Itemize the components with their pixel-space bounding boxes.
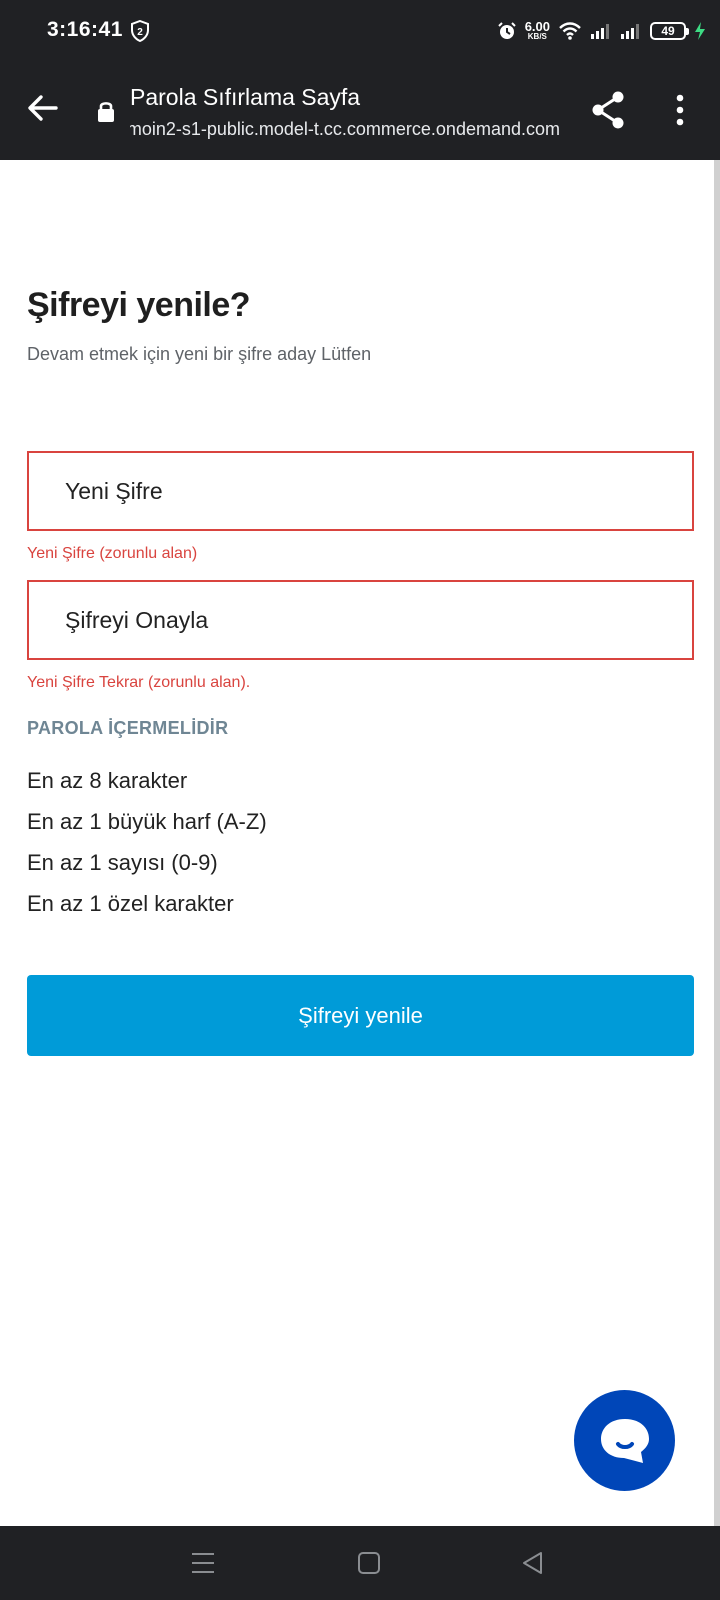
requirement-item: En az 1 sayısı (0-9) (27, 850, 218, 875)
reset-password-button[interactable]: Şifreyi yenile (27, 975, 694, 1056)
requirements-title: PAROLA İÇERMELİDİR (27, 718, 229, 738)
scrollbar[interactable] (714, 160, 720, 1526)
new-password-input[interactable] (29, 453, 692, 529)
requirement-item: En az 1 özel karakter (27, 891, 234, 916)
lock-icon[interactable] (96, 99, 116, 123)
share-icon[interactable] (590, 90, 626, 130)
chat-bubble-icon (600, 1418, 649, 1463)
wifi-icon (559, 22, 581, 40)
status-bar: 3:16:41 2 6.00 KB/S 49 (0, 0, 720, 62)
more-vert-icon[interactable] (668, 92, 692, 128)
battery-level: 49 (661, 24, 675, 38)
new-password-field[interactable] (27, 451, 694, 531)
requirement-item: En az 1 büyük harf (A-Z) (27, 809, 267, 834)
network-speed-value: 6.00 (524, 18, 550, 34)
alarm-icon (497, 22, 516, 39)
new-password-error: Yeni Şifre (zorunlu alan) (27, 545, 198, 562)
chat-button[interactable] (574, 1390, 675, 1491)
system-nav-bar (0, 1526, 720, 1600)
status-indicators: 6.00 KB/S 49 (497, 18, 706, 44)
browser-page-title: Parola Sıfırlama Sayfa (130, 84, 361, 110)
confirm-password-error: Yeni Şifre Tekrar (zorunlu alan). (27, 674, 251, 691)
status-time: 3:16:41 (47, 18, 123, 41)
network-speed-unit: KB/S (527, 31, 547, 41)
page-heading: Şifreyi yenile? (27, 286, 251, 324)
charging-icon (695, 22, 705, 40)
shield-icon: 2 (131, 20, 149, 42)
signal-icon (591, 24, 609, 39)
page-subheading: Devam etmek için yeni bir şifre aday Lüt… (27, 344, 372, 364)
battery-icon: 49 (650, 22, 689, 40)
recent-apps-icon[interactable] (186, 1546, 220, 1580)
network-speed: 6.00 KB/S (525, 20, 550, 41)
confirm-password-field[interactable] (27, 580, 694, 660)
home-icon[interactable] (352, 1546, 386, 1580)
signal-icon (621, 24, 639, 39)
requirements-list: En az 8 karakter En az 1 büyük harf (A-Z… (27, 760, 267, 924)
back-arrow-icon[interactable] (22, 88, 62, 128)
nav-back-icon[interactable] (516, 1546, 550, 1580)
browser-url[interactable]: moin2-s1-public.model-t.cc.commerce.onde… (130, 119, 560, 140)
svg-text:2: 2 (137, 27, 143, 38)
confirm-password-input[interactable] (29, 582, 692, 658)
requirement-item: En az 8 karakter (27, 768, 188, 793)
browser-toolbar: Parola Sıfırlama Sayfa moin2-s1-public.m… (0, 62, 720, 160)
page-content: Şifreyi yenile? Devam etmek için yeni bi… (0, 160, 714, 1526)
